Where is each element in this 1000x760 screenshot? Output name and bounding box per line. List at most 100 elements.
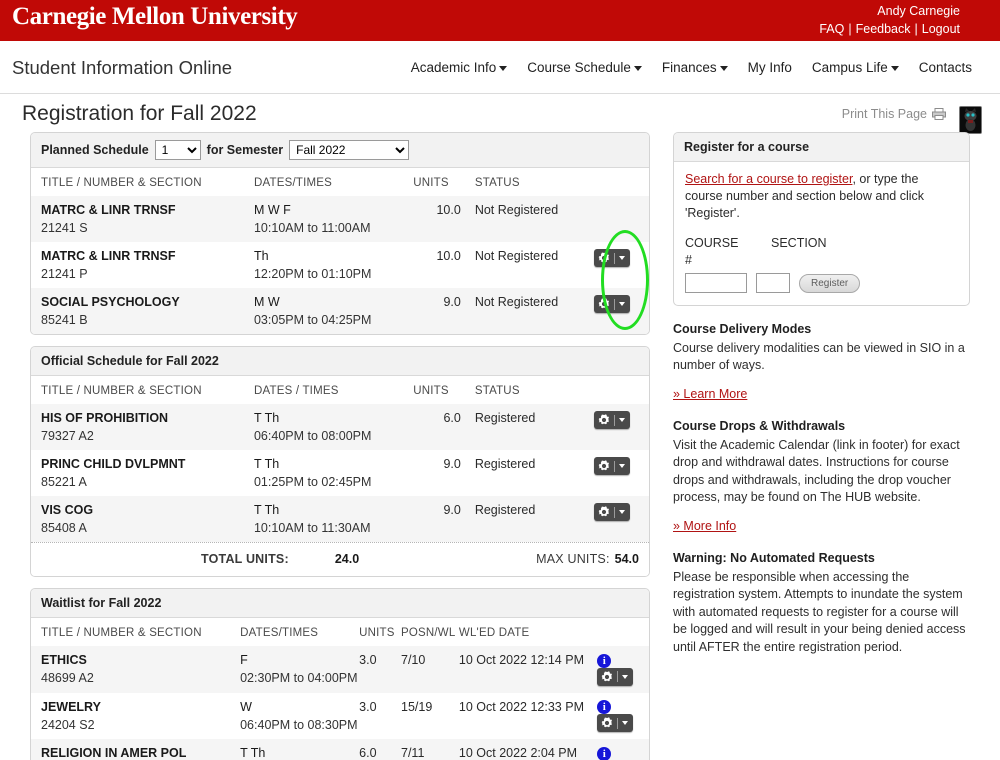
col-title: TITLE / NUMBER & SECTION (31, 376, 254, 404)
row-units-cell: 10.0 (413, 196, 475, 242)
planned-schedule-panel: Planned Schedule 1 for Semester Fall 202… (30, 132, 650, 335)
chevron-down-icon (633, 66, 642, 71)
col-actions (593, 168, 649, 196)
course-title: VIS COG (41, 503, 94, 517)
row-dates-cell: T Th 06:40PM to 08:00PM (253, 404, 414, 450)
link-separator-2: | (914, 22, 918, 36)
course-days: F (240, 653, 248, 667)
faq-link[interactable]: FAQ (819, 22, 844, 36)
row-title-cell: HIS OF PROHIBITION 79327 A2 (31, 404, 254, 450)
course-action-gear-button[interactable] (597, 667, 634, 686)
col-dates: DATES/TIMES (253, 168, 414, 196)
info-body: Course delivery modalities can be viewed… (673, 340, 965, 373)
print-this-page-button[interactable]: Print This Page (842, 107, 946, 121)
register-button[interactable]: Register (799, 273, 861, 293)
feedback-link[interactable]: Feedback (856, 22, 911, 36)
info-body: Visit the Academic Calendar (link in foo… (673, 437, 960, 505)
row-posn-cell: 7/11 (401, 739, 459, 760)
row-title-cell: SOCIAL PSYCHOLOGY 85241 B (31, 288, 254, 334)
gear-divider (613, 506, 615, 518)
course-title: HIS OF PROHIBITION (41, 411, 169, 425)
nav-item-course-schedule[interactable]: Course Schedule (527, 60, 642, 75)
course-action-gear-button[interactable] (593, 295, 630, 313)
col-dates: DATES / TIMES (253, 376, 414, 404)
row-dates-cell: T Th 01:25PM to 02:45PM (254, 450, 413, 496)
row-dates-cell: M W F 10:10AM to 11:00AM (253, 196, 414, 242)
info-heading: Course Drops & Withdrawals (673, 419, 846, 433)
page-title: Registration for Fall 2022 (22, 102, 257, 125)
nav-item-academic-info[interactable]: Academic Info (411, 60, 508, 75)
gear-icon (598, 298, 610, 310)
more-info-link[interactable]: » More Info (673, 518, 736, 536)
course-number-input[interactable] (685, 273, 747, 293)
row-units-cell: 6.0 (413, 404, 475, 450)
user-name: Andy Carnegie (877, 4, 960, 18)
print-label: Print This Page (841, 107, 927, 121)
chevron-down-icon (618, 256, 625, 260)
row-units-cell: 9.0 (413, 288, 475, 334)
row-title-cell: RELIGION IN AMER POL 79296 A2 (31, 739, 241, 760)
logout-link[interactable]: Logout (922, 22, 960, 36)
info-icon[interactable]: i (597, 653, 612, 668)
table-row: SOCIAL PSYCHOLOGY 85241 B M W 03:05PM to… (31, 288, 649, 334)
learn-more-link[interactable]: » Learn More (673, 386, 747, 404)
row-posn-cell: 7/10 (401, 646, 459, 693)
waitlist-panel: Waitlist for Fall 2022 TITLE / NUMBER & … (30, 588, 650, 760)
chevron-down-icon (499, 66, 508, 71)
table-header-row: TITLE / NUMBER & SECTION DATES / TIMES U… (31, 376, 649, 404)
row-title-cell: VIS COG 85408 A (31, 496, 254, 542)
row-dates-cell: M W 03:05PM to 04:25PM (253, 288, 414, 334)
nav-label-campus-life: Campus Life (811, 60, 888, 75)
table-row: MATRC & LINR TRNSF 21241 P Th 12:20PM to… (31, 242, 649, 288)
gear-divider (613, 298, 615, 310)
row-actions-cell: i (597, 739, 649, 760)
info-icon[interactable]: i (597, 747, 612, 760)
gear-icon (598, 460, 610, 472)
course-action-gear-button[interactable] (593, 457, 630, 475)
row-actions-cell (593, 450, 649, 496)
chevron-down-icon (618, 464, 625, 468)
chevron-down-icon (618, 302, 625, 306)
search-course-link[interactable]: Search for a course to register (685, 172, 852, 186)
course-times: 06:40PM to 08:30PM (240, 717, 358, 732)
row-title-cell: JEWELRY 24204 S2 (31, 693, 240, 740)
avatar[interactable] (959, 106, 982, 134)
user-block: Andy Carnegie FAQ | Feedback | Logout (819, 2, 960, 38)
nav-label-contacts: Contacts (918, 60, 972, 75)
row-actions-cell (593, 404, 649, 450)
course-times: 02:30PM to 04:00PM (240, 671, 358, 685)
course-action-gear-button[interactable] (593, 249, 630, 267)
col-units: UNITS (413, 376, 475, 404)
row-units-cell: 3.0 (359, 646, 401, 693)
row-title-cell: ETHICS 48699 A2 (31, 646, 241, 693)
course-action-gear-button[interactable] (593, 503, 630, 521)
gear-divider (617, 671, 619, 683)
chevron-down-icon (618, 418, 625, 422)
nav-item-my-info[interactable]: My Info (748, 60, 792, 75)
nav-label-finances: Finances (661, 60, 717, 75)
register-panel-header: Register for a course (674, 133, 969, 162)
nav-item-finances[interactable]: Finances (662, 60, 728, 75)
course-days: M W F (253, 203, 291, 217)
semester-select[interactable]: Fall 2022 (289, 140, 410, 160)
table-row: HIS OF PROHIBITION 79327 A2 T Th 06:40PM… (31, 404, 649, 450)
gear-icon (601, 717, 613, 729)
row-status-cell: Not Registered (474, 288, 594, 334)
page-head: Registration for Fall 2022 Print This Pa… (0, 94, 1000, 132)
nav-item-campus-life[interactable]: Campus Life (812, 60, 899, 75)
course-number-section: 48699 A2 (41, 671, 94, 685)
planned-schedule-number-select[interactable]: 1 (154, 140, 201, 160)
course-action-gear-button[interactable] (593, 411, 630, 429)
max-units-value: 54.0 (614, 552, 639, 566)
course-action-gear-button[interactable] (597, 714, 634, 733)
row-status-cell: Registered (474, 457, 536, 471)
nav-item-contacts[interactable]: Contacts (919, 60, 972, 75)
table-row: RELIGION IN AMER POL 79296 A2 T Th 11:50… (31, 739, 649, 760)
row-status-cell: Registered (474, 496, 594, 542)
info-icon[interactable]: i (597, 700, 612, 715)
course-days: T Th (240, 746, 266, 760)
section-input[interactable] (756, 273, 790, 293)
row-status-cell: Registered (474, 404, 594, 450)
course-title: MATRC & LINR TRNSF (41, 249, 176, 263)
course-number-section: 79327 A2 (41, 429, 94, 443)
